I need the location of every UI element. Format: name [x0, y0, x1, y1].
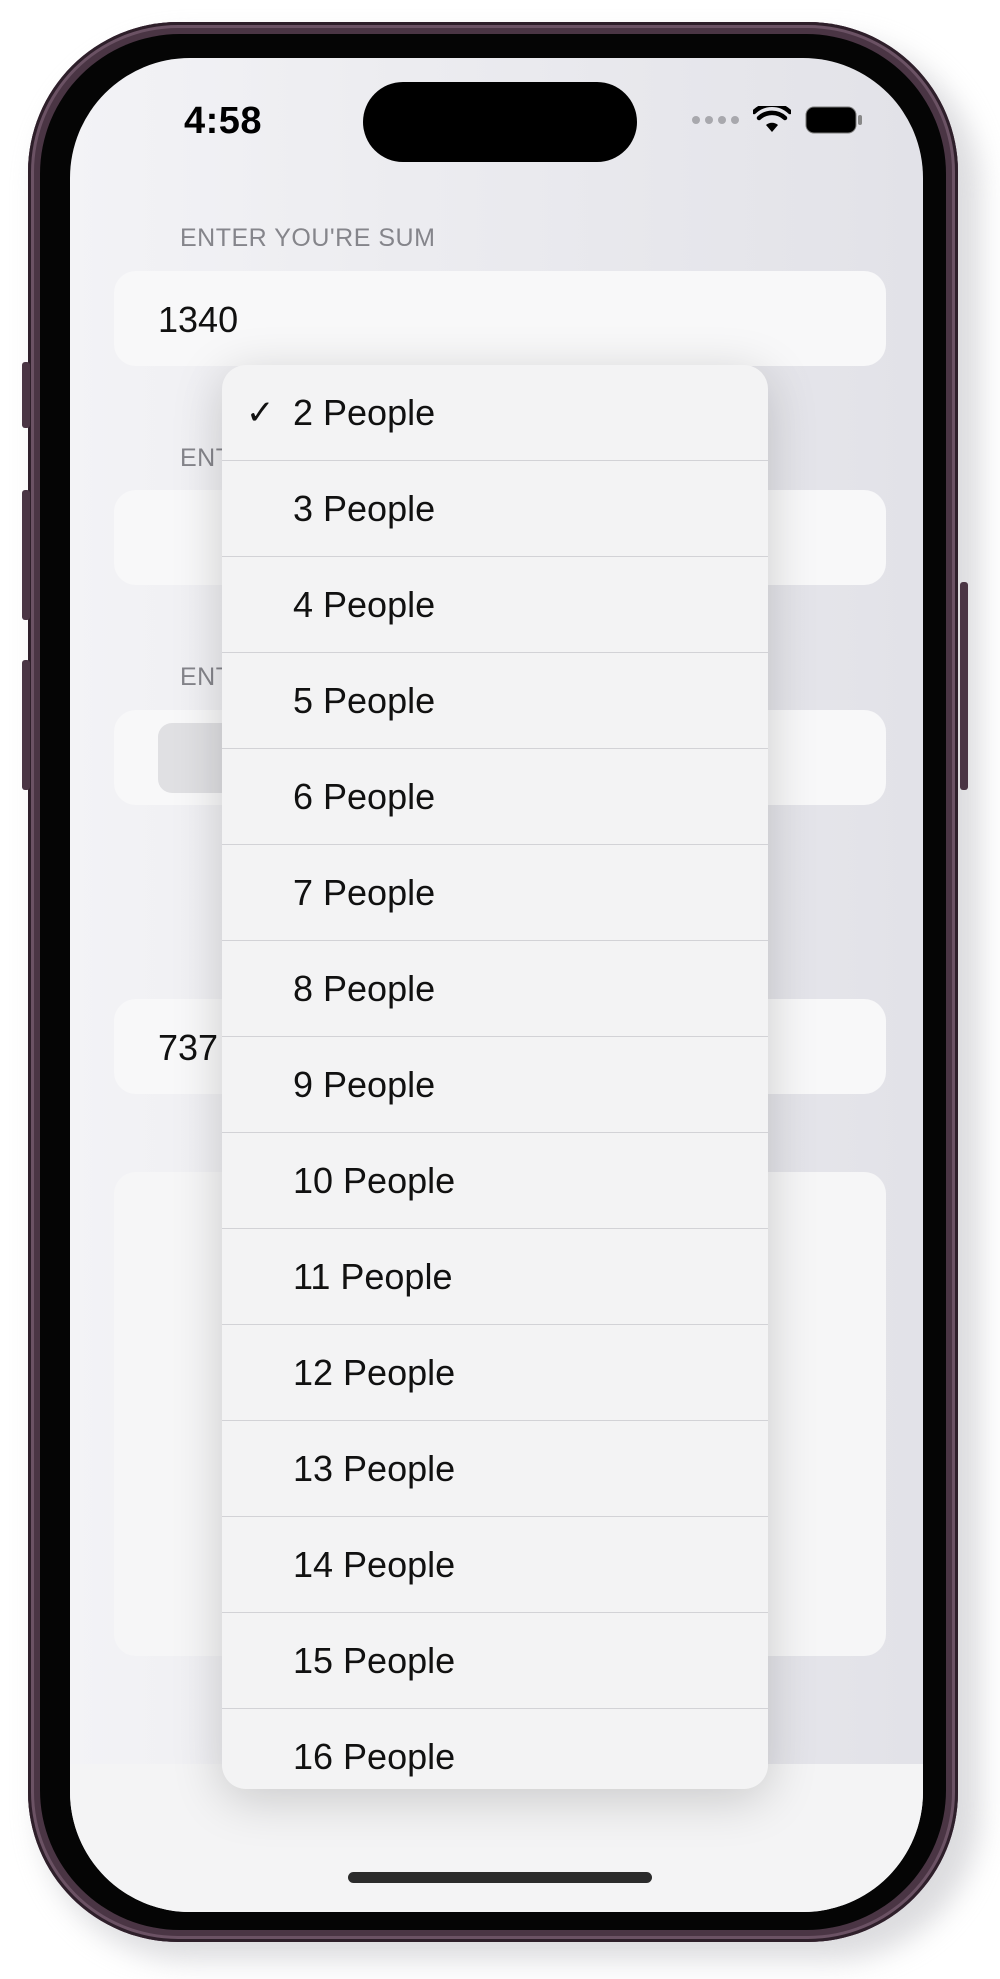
menu-item-label: 15 People: [293, 1640, 456, 1681]
menu-item[interactable]: ✓ 2 People: [222, 365, 768, 461]
menu-item[interactable]: 3 People: [222, 461, 768, 557]
menu-item-label: 9 People: [293, 1064, 436, 1105]
menu-item[interactable]: 4 People: [222, 557, 768, 653]
menu-item[interactable]: 14 People: [222, 1517, 768, 1613]
menu-item-label: 4 People: [293, 584, 436, 625]
menu-item-label: 10 People: [293, 1160, 456, 1201]
dynamic-island: [363, 82, 637, 162]
menu-item[interactable]: 6 People: [222, 749, 768, 845]
menu-item-label: 5 People: [293, 680, 436, 721]
menu-item-label: 7 People: [293, 872, 436, 913]
sum-value: 1340: [158, 299, 239, 340]
menu-item[interactable]: 5 People: [222, 653, 768, 749]
menu-item[interactable]: 15 People: [222, 1613, 768, 1709]
menu-item-label: 3 People: [293, 488, 436, 529]
volume-up-button: [22, 490, 30, 620]
volume-down-button: [22, 660, 30, 790]
battery-icon: [805, 106, 862, 134]
action-button: [22, 362, 30, 428]
menu-item[interactable]: 16 People: [222, 1709, 768, 1789]
menu-item[interactable]: 8 People: [222, 941, 768, 1037]
menu-item-label: 8 People: [293, 968, 436, 1009]
menu-item[interactable]: 9 People: [222, 1037, 768, 1133]
menu-item-label: 2 People: [293, 392, 436, 433]
sum-field[interactable]: 1340: [114, 271, 886, 366]
menu-item[interactable]: 12 People: [222, 1325, 768, 1421]
power-button: [960, 582, 968, 790]
menu-item[interactable]: 10 People: [222, 1133, 768, 1229]
home-indicator[interactable]: [348, 1872, 652, 1883]
status-time: 4:58: [184, 100, 263, 142]
menu-item[interactable]: 7 People: [222, 845, 768, 941]
people-dropdown-menu: ✓ 2 People 3 People 4 People 5 People 6 Peopl…: [222, 365, 768, 1789]
checkmark-icon: ✓: [246, 394, 275, 432]
sum-label: ENTER YOU'RE SUM: [180, 224, 436, 252]
status-icons: [692, 106, 863, 134]
menu-item-label: 13 People: [293, 1448, 456, 1489]
wifi-icon: [753, 106, 791, 132]
cellular-dots-icon: [692, 116, 739, 124]
menu-item[interactable]: 11 People: [222, 1229, 768, 1325]
menu-item-label: 6 People: [293, 776, 436, 817]
menu-item-label: 11 People: [293, 1256, 453, 1297]
menu-item-label: 16 People: [293, 1736, 456, 1777]
menu-item-label: 14 People: [293, 1544, 456, 1585]
menu-item-label: 12 People: [293, 1352, 456, 1393]
menu-item[interactable]: 13 People: [222, 1421, 768, 1517]
